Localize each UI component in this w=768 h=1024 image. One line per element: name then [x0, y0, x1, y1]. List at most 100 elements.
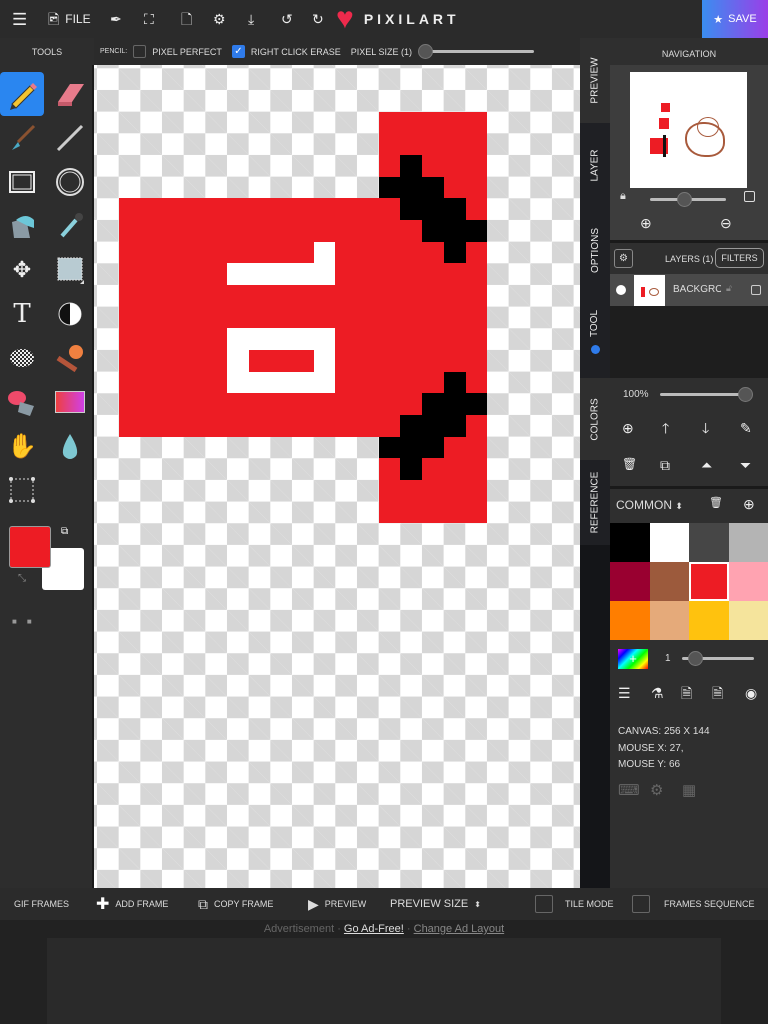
- brush-size-slider[interactable]: [682, 651, 756, 666]
- merge-up-icon[interactable]: ⏶: [701, 458, 712, 472]
- layer-opacity-slider[interactable]: [660, 387, 754, 402]
- tab-preview[interactable]: PREVIEW: [580, 38, 610, 123]
- palette-swatch[interactable]: [689, 562, 729, 601]
- duplicate-layer-icon[interactable]: ⧉: [660, 458, 670, 472]
- delete-layer-icon[interactable]: 🗑︎: [622, 458, 637, 470]
- menu-icon[interactable]: ☰: [12, 0, 27, 38]
- tab-reference[interactable]: REFERENCE: [580, 460, 610, 545]
- palette-swatch[interactable]: [728, 601, 768, 640]
- flask-icon[interactable]: ⚗: [651, 686, 664, 700]
- palette-swatch[interactable]: [689, 601, 729, 640]
- reset-colors-icon[interactable]: ⤡: [18, 573, 26, 584]
- eyedropper-tool[interactable]: [48, 204, 92, 248]
- copy-frame-button[interactable]: ⧉ COPY FRAME: [198, 888, 273, 920]
- download-icon[interactable]: ⤓: [248, 0, 254, 38]
- keyboard-icon[interactable]: ⌨: [618, 781, 640, 799]
- palette-swatch[interactable]: [649, 523, 689, 562]
- resize-icon[interactable]: ⛶: [144, 0, 154, 38]
- drop-tool[interactable]: [48, 424, 92, 468]
- delete-palette-icon[interactable]: 🗑︎: [709, 498, 723, 509]
- grid-icon[interactable]: ▦: [682, 781, 696, 799]
- palette-swatch[interactable]: [649, 601, 689, 640]
- line-tool[interactable]: [48, 116, 92, 160]
- lock-icon[interactable]: 🔒︎: [620, 190, 626, 203]
- move-layer-up-icon[interactable]: 🡑: [662, 421, 669, 435]
- file-menu-button[interactable]: 🖻 FILE: [48, 0, 91, 38]
- rectangle-tool[interactable]: [0, 160, 44, 204]
- export-palette-icon[interactable]: 🗎: [712, 686, 723, 700]
- brush-tool[interactable]: [0, 116, 44, 160]
- move-layer-down-icon[interactable]: 🡓: [702, 421, 709, 435]
- pencil-tool[interactable]: [0, 72, 44, 116]
- layer-lock-icon[interactable]: 🔓︎: [726, 283, 732, 294]
- add-color-button[interactable]: +: [618, 649, 648, 669]
- palette-swatch[interactable]: [649, 562, 689, 601]
- preview-size-select[interactable]: PREVIEW SIZE ⬍: [390, 888, 481, 920]
- move-tool[interactable]: ✥: [0, 248, 44, 292]
- add-palette-icon[interactable]: ⊕: [743, 497, 755, 511]
- redo-icon[interactable]: ↻: [312, 0, 324, 38]
- gears-icon[interactable]: ⚙: [650, 781, 663, 799]
- tab-tool[interactable]: TOOL: [580, 293, 610, 378]
- layer-row[interactable]: BACKGRO 🔓︎: [610, 274, 768, 306]
- select-tool[interactable]: [48, 248, 92, 292]
- more-tools-dots[interactable]: ■■: [12, 617, 42, 626]
- new-file-icon[interactable]: 🗋: [181, 0, 192, 38]
- frames-sequence-toggle[interactable]: FRAMES SEQUENCE: [632, 888, 755, 920]
- import-palette-icon[interactable]: 🗎: [681, 686, 692, 700]
- palette-select[interactable]: COMMON ⬍: [616, 498, 683, 512]
- navigation-zoom-slider[interactable]: [650, 192, 726, 207]
- palette-swatch[interactable]: [728, 523, 768, 562]
- undo-icon[interactable]: ↺: [281, 0, 293, 38]
- tab-options[interactable]: OPTIONS: [580, 208, 610, 293]
- fill-bucket-tool[interactable]: [0, 204, 44, 248]
- go-ad-free-link[interactable]: Go Ad-Free!: [344, 923, 404, 935]
- eyedropper-icon[interactable]: ✒: [110, 0, 122, 38]
- selection-box-tool[interactable]: [0, 468, 44, 512]
- pixel-perfect-checkbox[interactable]: [133, 45, 147, 58]
- change-ad-layout-link[interactable]: Change Ad Layout: [414, 923, 505, 935]
- target-icon[interactable]: ◉: [745, 686, 757, 700]
- palette-list-icon[interactable]: ☰: [618, 686, 631, 700]
- tab-layer[interactable]: LAYER: [580, 123, 610, 208]
- layer-select-checkbox[interactable]: [751, 285, 761, 295]
- zoom-out-icon[interactable]: ⊖: [720, 216, 732, 230]
- swap-colors-icon[interactable]: ⧉: [61, 526, 68, 537]
- pixilart-logo[interactable]: ♥ PIXILART: [336, 0, 460, 38]
- pixel-size-slider[interactable]: [417, 43, 538, 59]
- layer-settings-button[interactable]: ⚙: [614, 249, 633, 268]
- text-tool[interactable]: T: [0, 292, 44, 336]
- add-layer-icon[interactable]: ⊕: [622, 421, 634, 435]
- palette-swatch[interactable]: [610, 562, 650, 601]
- rename-layer-icon[interactable]: ✎: [740, 421, 752, 435]
- tile-mode-toggle[interactable]: TILE MODE: [535, 888, 614, 920]
- tab-colors[interactable]: COLORS: [580, 378, 610, 460]
- navigation-preview[interactable]: [630, 72, 747, 188]
- zoom-in-icon[interactable]: ⊕: [640, 216, 652, 230]
- frames-sequence-checkbox[interactable]: [632, 895, 650, 913]
- right-click-erase-checkbox[interactable]: ✓: [231, 45, 245, 58]
- merge-down-icon[interactable]: ⏷: [740, 458, 751, 472]
- gradient-tool[interactable]: [48, 380, 92, 424]
- dither-tool[interactable]: [0, 336, 44, 380]
- tile-mode-checkbox[interactable]: [535, 895, 553, 913]
- paint-roller-tool[interactable]: [0, 380, 44, 424]
- stamp-tool[interactable]: [48, 336, 92, 380]
- hand-tool[interactable]: ✋: [0, 424, 44, 468]
- save-button[interactable]: ★ SAVE: [702, 0, 768, 38]
- eraser-tool[interactable]: [48, 72, 92, 116]
- palette-swatch[interactable]: [610, 523, 650, 562]
- primary-color-swatch[interactable]: [9, 526, 51, 568]
- fit-checkbox[interactable]: [744, 191, 755, 202]
- add-frame-button[interactable]: ✚ ADD FRAME: [96, 888, 168, 920]
- drawing-canvas[interactable]: [94, 65, 580, 888]
- lighten-tool[interactable]: [48, 292, 92, 336]
- palette-swatch[interactable]: [728, 562, 768, 601]
- palette-swatch[interactable]: [610, 601, 650, 640]
- layer-visibility-icon[interactable]: [616, 285, 626, 295]
- ellipse-tool[interactable]: [48, 160, 92, 204]
- filters-button[interactable]: FILTERS: [715, 248, 764, 268]
- preview-button[interactable]: ▶ PREVIEW: [308, 888, 366, 920]
- settings-icon[interactable]: ⚙: [213, 0, 226, 38]
- palette-swatch[interactable]: [689, 523, 729, 562]
